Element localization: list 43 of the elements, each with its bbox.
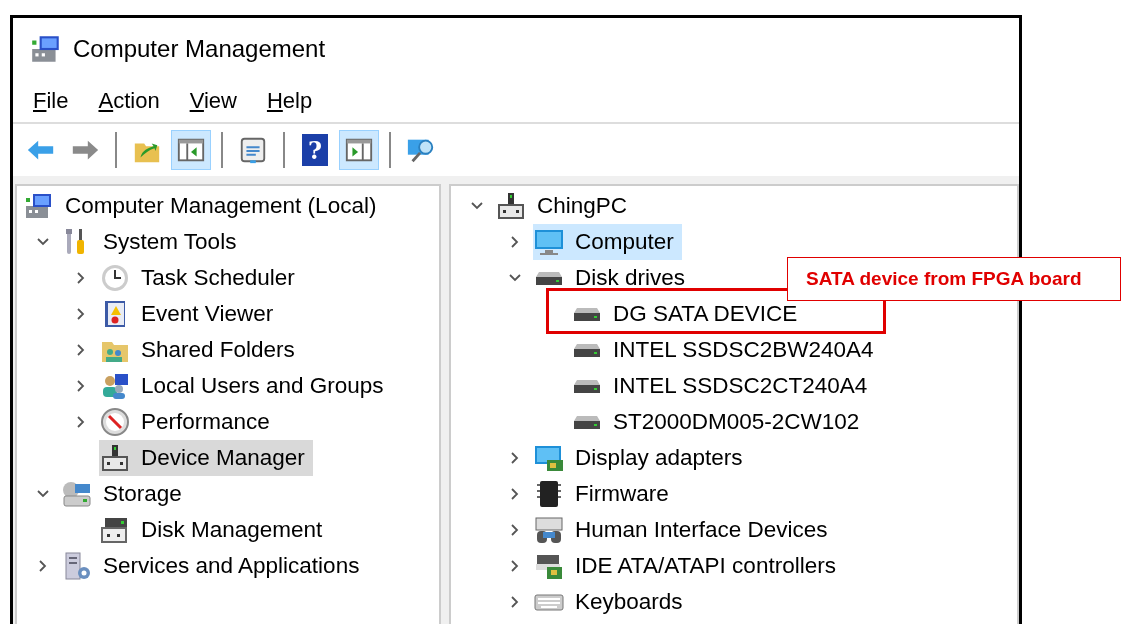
tree-item[interactable]: ChingPC bbox=[495, 188, 636, 224]
tree-item[interactable]: Keyboards bbox=[533, 584, 691, 620]
tree-item[interactable]: ST2000DM005-2CW102 bbox=[571, 404, 868, 440]
tree-item[interactable]: Storage bbox=[61, 476, 190, 512]
computer-icon bbox=[495, 190, 527, 222]
tree-item[interactable]: Display adapters bbox=[533, 440, 751, 476]
menu-item[interactable]: Action bbox=[98, 88, 176, 114]
game-controller-icon bbox=[533, 514, 565, 546]
toolbar-button[interactable]: ? bbox=[295, 130, 335, 170]
tree-item[interactable]: Task Scheduler bbox=[99, 260, 303, 296]
disk-drive-icon bbox=[533, 270, 565, 286]
tree-item[interactable]: Shared Folders bbox=[99, 332, 303, 368]
tree-item[interactable]: Services and Applications bbox=[61, 548, 368, 584]
callout-label: SATA device from FPGA board bbox=[787, 257, 1121, 301]
tree-item[interactable]: INTEL SSDSC2BW240A4 bbox=[571, 332, 882, 368]
window-title: Computer Management bbox=[73, 35, 326, 63]
menu-item[interactable]: View bbox=[189, 88, 253, 114]
menu-item[interactable]: File bbox=[33, 88, 85, 114]
gauge-icon bbox=[99, 406, 131, 438]
tree-item[interactable]: Disk drives bbox=[533, 260, 694, 296]
properties-icon bbox=[238, 135, 268, 165]
disk-drive-icon bbox=[571, 378, 603, 394]
tree-item[interactable]: Disk Management bbox=[99, 512, 331, 548]
help-icon: ? bbox=[302, 134, 328, 166]
device-icon bbox=[99, 442, 131, 474]
tree-item[interactable]: System Tools bbox=[61, 224, 245, 260]
menu-item[interactable]: Help bbox=[266, 88, 329, 114]
tree-item[interactable]: Human Interface Devices bbox=[533, 512, 836, 548]
toolbar-button[interactable] bbox=[339, 130, 379, 170]
tree-item[interactable]: Local Users and Groups bbox=[99, 368, 392, 404]
tree-item[interactable]: Performance bbox=[99, 404, 278, 440]
tree-item[interactable]: INTEL SSDSC2CT240A4 bbox=[571, 368, 876, 404]
toolbar-button[interactable] bbox=[171, 130, 211, 170]
disk-drive-icon bbox=[571, 342, 603, 358]
clock-icon bbox=[99, 262, 131, 294]
disk-drive-icon bbox=[571, 306, 603, 322]
tree-item[interactable]: IDE ATA/ATAPI controllers bbox=[533, 548, 844, 584]
tree-item[interactable]: Computer bbox=[533, 224, 682, 260]
tree-item[interactable]: Device Manager bbox=[99, 440, 313, 476]
tree-item[interactable]: Firmware bbox=[533, 476, 677, 512]
disk-drive-icon bbox=[571, 414, 603, 430]
tree-item[interactable]: Computer Management (Local) bbox=[23, 188, 385, 224]
tree-item[interactable]: Event Viewer bbox=[99, 296, 282, 332]
